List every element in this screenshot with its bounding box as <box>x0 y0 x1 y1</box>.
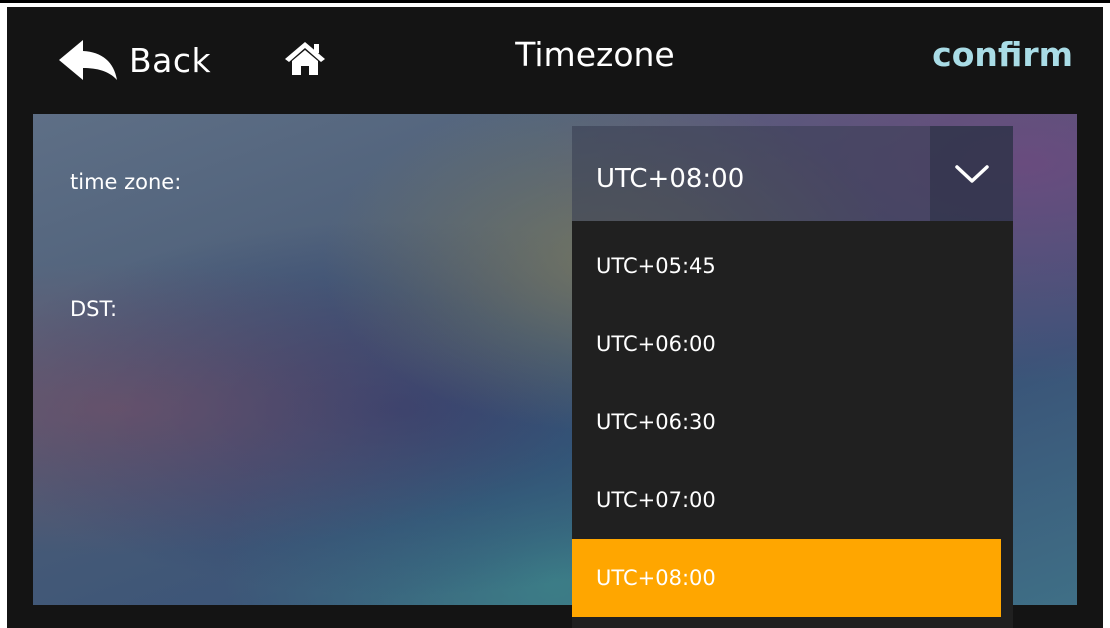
header-bar: Back Timezone confirm <box>7 7 1103 115</box>
timezone-option[interactable]: UTC+06:00 <box>572 305 1001 383</box>
chevron-down-icon[interactable] <box>930 126 1013 221</box>
top-border <box>0 0 1110 3</box>
timezone-option-selected[interactable]: UTC+08:00 <box>572 539 1001 617</box>
time-zone-label: time zone: <box>70 170 182 194</box>
screen: Back Timezone confirm time zone: DST: UT… <box>7 7 1103 628</box>
confirm-button[interactable]: confirm <box>932 35 1073 74</box>
timezone-select[interactable]: UTC+08:00 <box>572 126 1013 221</box>
timezone-option[interactable]: UTC+05:45 <box>572 227 1001 305</box>
timezone-option[interactable]: UTC+07:00 <box>572 461 1001 539</box>
timezone-option[interactable]: UTC+06:30 <box>572 383 1001 461</box>
dst-label: DST: <box>70 297 118 321</box>
timezone-dropdown-list: UTC+05:45 UTC+06:00 UTC+06:30 UTC+07:00 … <box>572 221 1013 628</box>
timezone-select-value: UTC+08:00 <box>596 164 745 194</box>
